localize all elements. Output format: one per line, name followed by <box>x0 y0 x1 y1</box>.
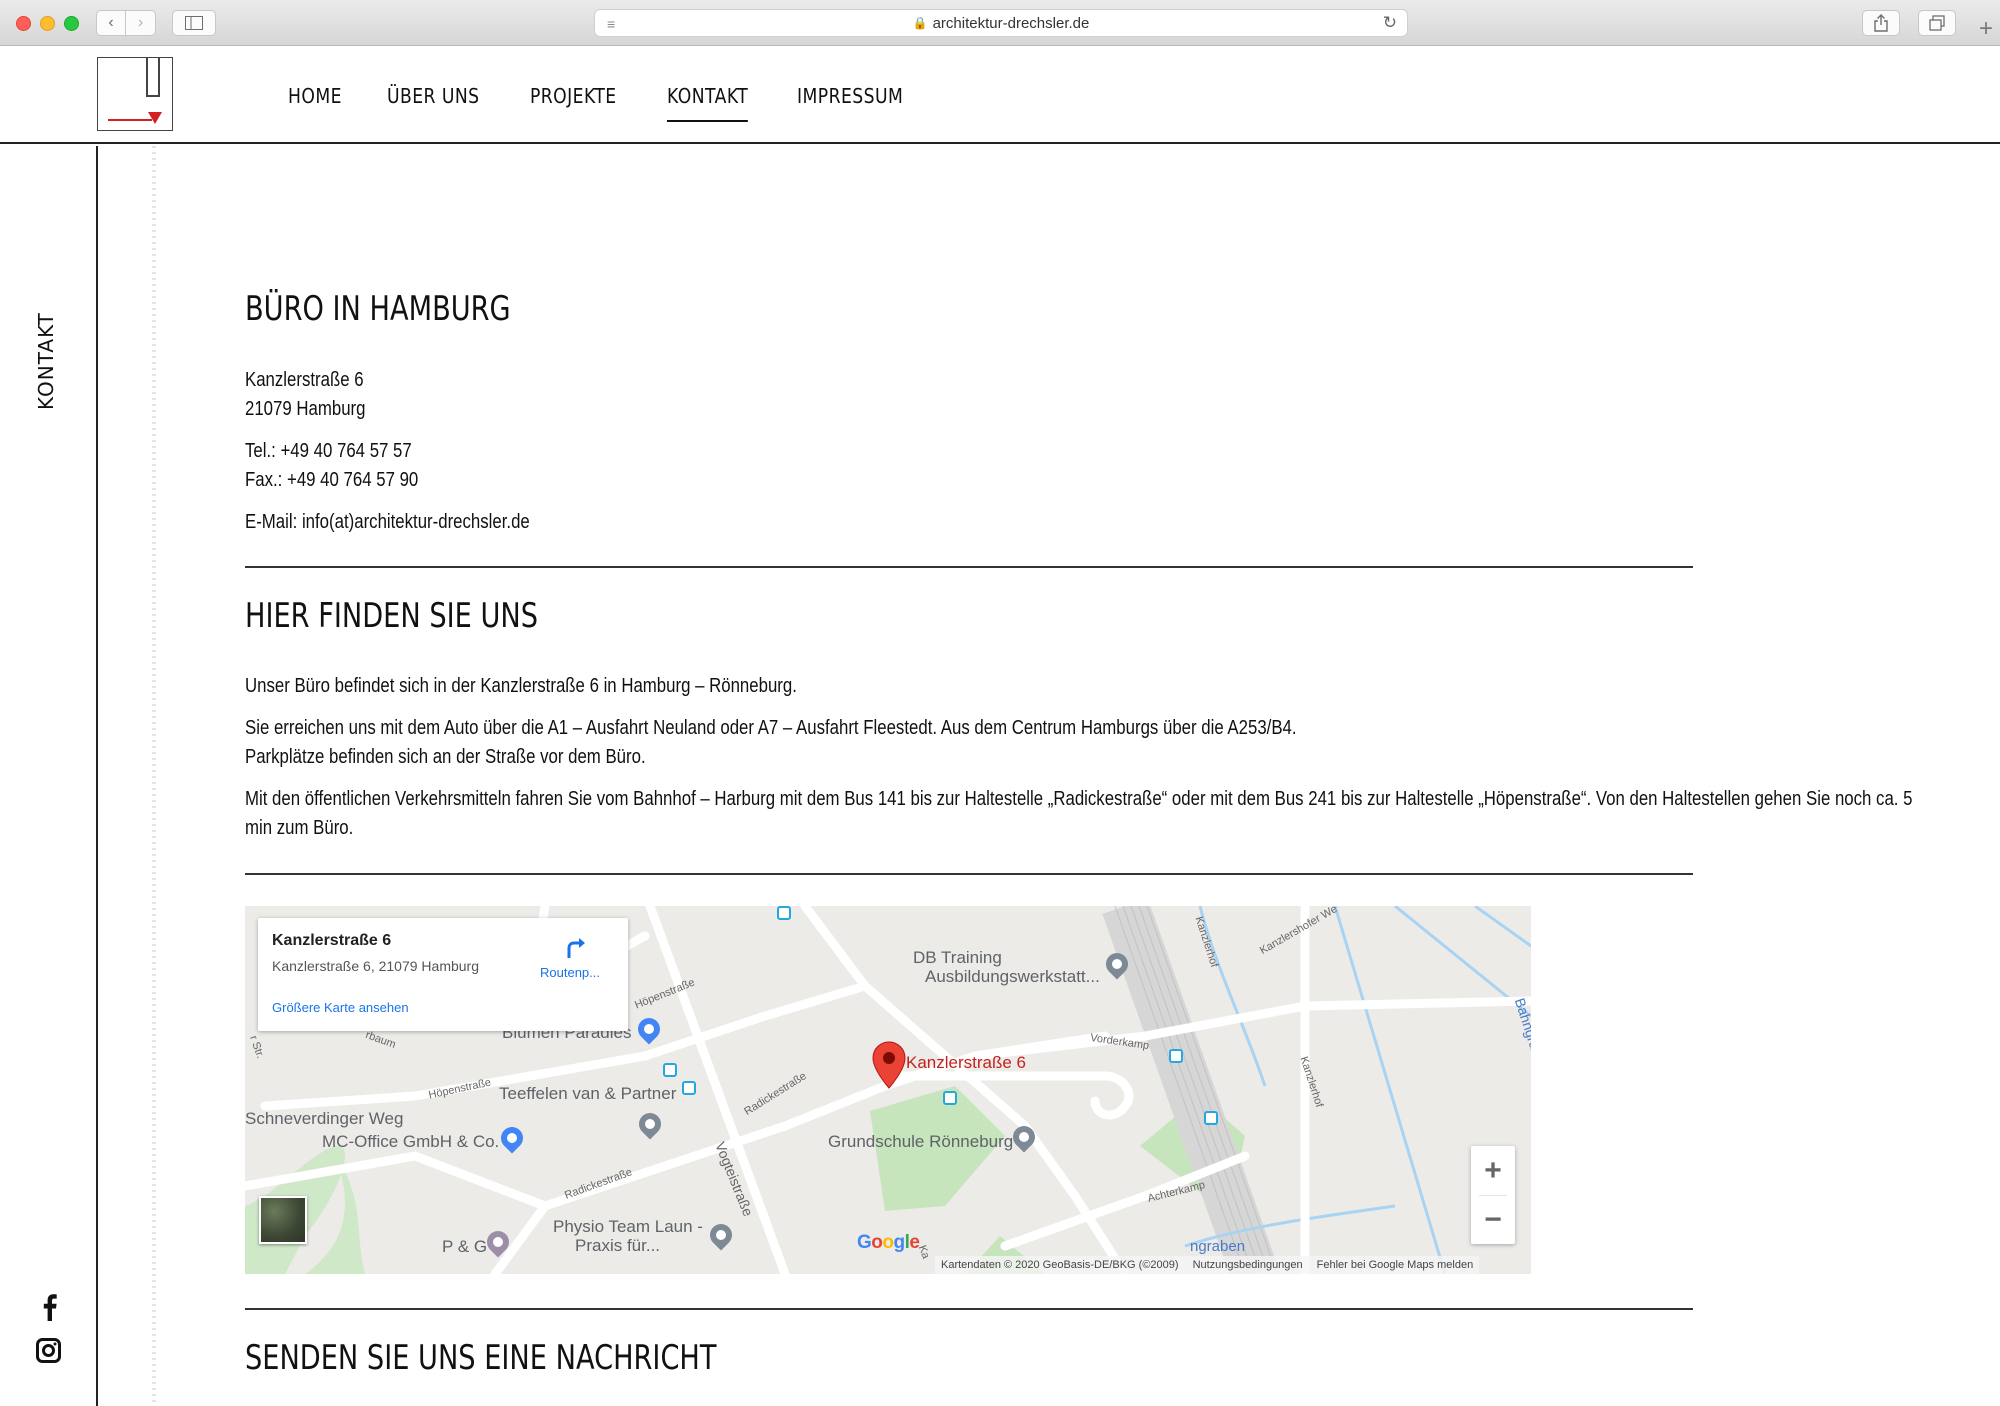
office-fax: Fax.: +49 40 764 57 90 <box>245 469 419 491</box>
chevron-left-icon: ‹ <box>108 14 114 31</box>
office-city: 21079 Hamburg <box>245 398 366 420</box>
nav-home[interactable]: HOME <box>288 84 342 108</box>
bus-stop-icon[interactable] <box>682 1081 696 1095</box>
map-zoom-control: + − <box>1471 1146 1515 1244</box>
tab-overview-button[interactable] <box>1918 10 1956 36</box>
bus-stop-icon[interactable] <box>777 906 791 920</box>
dotted-guide <box>152 146 156 1406</box>
nav-impressum[interactable]: IMPRESSUM <box>797 84 903 108</box>
sidebar-divider <box>96 146 98 1406</box>
directions-icon[interactable] <box>563 934 589 960</box>
directions-heading: HIER FINDEN SIE UNS <box>245 596 538 636</box>
back-button[interactable]: ‹ <box>96 10 126 36</box>
office-heading: BÜRO IN HAMBURG <box>245 289 511 329</box>
new-tab-button[interactable]: + <box>1972 12 2000 46</box>
bus-stop-icon[interactable] <box>663 1063 677 1077</box>
office-tel: Tel.: +49 40 764 57 57 <box>245 440 412 462</box>
address-bar[interactable]: ≡ 🔒 architektur-drechsler.de ↻ <box>594 9 1408 37</box>
map-data-credit: Kartendaten © 2020 GeoBasis-DE/BKG (©200… <box>941 1259 1179 1271</box>
minimize-window-button[interactable] <box>40 16 55 31</box>
directions-p3a: Mit den öffentlichen Verkehrsmitteln fah… <box>245 788 1913 810</box>
place-label: Physio Team Laun - <box>553 1217 703 1236</box>
office-email[interactable]: E-Mail: info(at)architektur-drechsler.de <box>245 508 530 537</box>
chevron-right-icon: › <box>137 14 144 31</box>
office-street: Kanzlerstraße 6 <box>245 369 364 391</box>
info-card-address: Kanzlerstraße 6, 21079 Hamburg <box>272 958 479 974</box>
facebook-icon[interactable] <box>40 1293 58 1321</box>
directions-link[interactable]: Routenp... <box>540 965 600 980</box>
divider <box>245 1308 1693 1310</box>
directions-p2a: Sie erreichen uns mit dem Auto über die … <box>245 717 1297 739</box>
url-text: architektur-drechsler.de <box>932 14 1090 32</box>
place-label: Grundschule Rönneburg <box>828 1132 1014 1151</box>
zoom-in-button[interactable]: + <box>1471 1146 1515 1195</box>
place-label: Ausbildungswerkstatt... <box>925 967 1100 986</box>
map-attribution: Kartendaten © 2020 GeoBasis-DE/BKG (©200… <box>935 1256 1480 1274</box>
marker-label: Kanzlerstraße 6 <box>906 1053 1026 1072</box>
site-header: HOME ÜBER UNS PROJEKTE KONTAKT IMPRESSUM <box>0 46 2000 144</box>
location-pin-icon[interactable] <box>872 1041 906 1089</box>
bus-stop-icon[interactable] <box>1169 1049 1183 1063</box>
plus-icon: + <box>1978 15 1993 42</box>
place-label: MC-Office GmbH & Co. <box>322 1132 500 1151</box>
info-card-title: Kanzlerstraße 6 <box>272 932 392 949</box>
share-button[interactable] <box>1862 10 1900 36</box>
site-logo[interactable] <box>97 57 173 131</box>
directions-p2b: Parkplätze befinden sich an der Straße v… <box>245 746 646 768</box>
browser-toolbar: ‹ › ≡ 🔒 architektur-drechsler.de ↻ + <box>0 0 2000 46</box>
google-map[interactable]: Höpenstraße Höpenstraße Radickestraße Ra… <box>245 906 1531 1274</box>
zoom-out-button[interactable]: − <box>1471 1195 1515 1244</box>
sidebar-page-label: KONTAKT <box>34 312 58 410</box>
lock-icon: 🔒 <box>912 16 928 30</box>
sidebar-icon <box>185 16 203 30</box>
reader-icon[interactable]: ≡ <box>607 16 615 32</box>
sidebar-toggle-button[interactable] <box>172 10 216 36</box>
nav-ueber-uns[interactable]: ÜBER UNS <box>387 84 479 108</box>
directions-p3b: min zum Büro. <box>245 817 354 839</box>
place-label: P & G <box>442 1237 488 1256</box>
close-window-button[interactable] <box>16 16 31 31</box>
place-label: Schneverdinger Weg <box>245 1109 404 1128</box>
place-label: Praxis für... <box>575 1236 661 1255</box>
nav-projekte[interactable]: PROJEKTE <box>530 84 617 108</box>
main-navigation: HOME ÜBER UNS PROJEKTE KONTAKT IMPRESSUM <box>288 84 921 122</box>
tabs-icon <box>1929 15 1945 31</box>
zoom-window-button[interactable] <box>64 16 79 31</box>
forward-button[interactable]: › <box>126 10 156 36</box>
message-heading: SENDEN SIE UNS EINE NACHRICHT <box>245 1338 717 1378</box>
bus-stop-icon[interactable] <box>943 1091 957 1105</box>
directions-p1: Unser Büro befindet sich in der Kanzlers… <box>245 675 797 697</box>
divider <box>245 873 1693 875</box>
divider <box>245 566 1693 568</box>
share-icon <box>1874 14 1888 32</box>
map-info-card: Kanzlerstraße 6 Kanzlerstraße 6, 21079 H… <box>258 918 628 1031</box>
satellite-view-toggle[interactable] <box>259 1196 307 1244</box>
google-logo: Google <box>857 1232 920 1253</box>
larger-map-link[interactable]: Größere Karte ansehen <box>272 1000 409 1015</box>
report-error-link[interactable]: Fehler bei Google Maps melden <box>1317 1259 1474 1271</box>
place-label: Teeffelen van & Partner <box>499 1084 677 1103</box>
waterway-label: ngraben <box>1190 1238 1246 1255</box>
instagram-icon[interactable] <box>36 1338 61 1363</box>
bus-stop-icon[interactable] <box>1204 1111 1218 1125</box>
nav-kontakt[interactable]: KONTAKT <box>666 84 749 122</box>
place-label: DB Training <box>913 948 1002 967</box>
reload-icon[interactable]: ↻ <box>1383 13 1397 33</box>
terms-link[interactable]: Nutzungsbedingungen <box>1193 1259 1303 1271</box>
